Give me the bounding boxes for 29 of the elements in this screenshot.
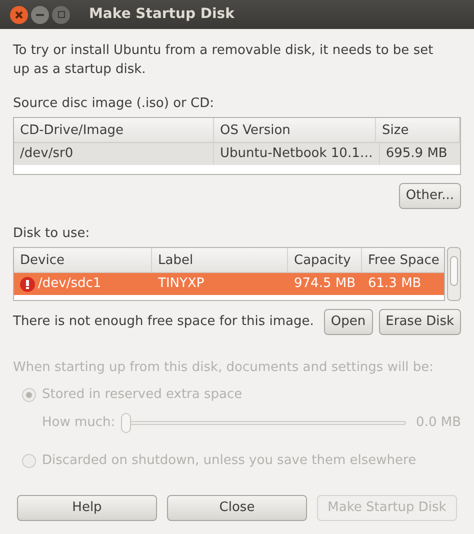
- window-title: Make Startup Disk: [89, 5, 234, 24]
- help-button[interactable]: Help: [17, 495, 157, 521]
- slider-value: 0.0 MB: [416, 414, 461, 432]
- other-button[interactable]: Other...: [398, 183, 461, 209]
- table-cell-text: 61.3 MB: [368, 275, 422, 293]
- table-cell-text: TINYXP: [158, 275, 204, 293]
- scrollbar[interactable]: [447, 247, 461, 301]
- maximize-icon[interactable]: [52, 6, 70, 24]
- warning-icon: [20, 276, 35, 292]
- table-cell-text: /dev/sr0: [20, 145, 74, 163]
- table-cell-text: /dev/sdc1: [38, 275, 102, 293]
- option-label: Discarded on shutdown, unless you save them elsewhere: [42, 452, 416, 470]
- intro-text: To try or install Ubuntu from a removable disk, it needs to be set up as a startup disk.: [13, 42, 434, 79]
- table-cell-text: 695.9 MB: [386, 145, 448, 163]
- section-label: Disk to use:: [13, 225, 91, 243]
- section-label: When starting up from this disk, documents and settings will be:: [13, 359, 435, 377]
- minimize-icon[interactable]: [31, 6, 49, 24]
- warning-message: There is not enough free space for this image.: [13, 313, 315, 332]
- erase-disk-button[interactable]: Erase Disk: [378, 309, 461, 335]
- close-button[interactable]: Close: [167, 495, 307, 521]
- table-cell-text: 974.5 MB: [294, 275, 356, 293]
- table-cell-text: Ubuntu-Netbook 10.1…: [220, 145, 373, 163]
- option-label: Stored in reserved extra space: [42, 386, 242, 404]
- table-row[interactable]: /dev/sr0 Ubuntu-Netbook 10.1… 695.9 MB: [14, 143, 460, 165]
- slider-label: How much:: [42, 414, 116, 432]
- close-icon[interactable]: [10, 6, 28, 24]
- section-label: Source disc image (.iso) or CD:: [13, 95, 215, 113]
- slider[interactable]: [121, 413, 406, 433]
- open-button[interactable]: Open: [324, 309, 373, 335]
